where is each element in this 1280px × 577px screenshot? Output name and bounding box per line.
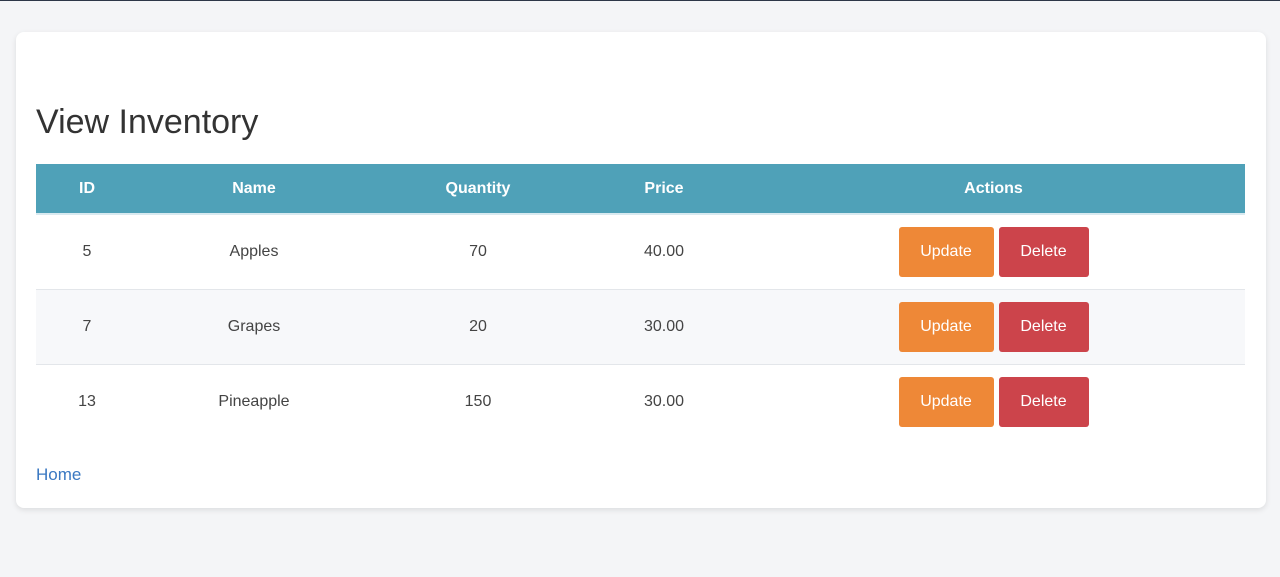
cell-actions: Update Delete <box>742 364 1245 439</box>
top-border <box>0 0 1280 1</box>
cell-actions: Update Delete <box>742 289 1245 364</box>
table-row: 7 Grapes 20 30.00 Update Delete <box>36 289 1245 364</box>
header-quantity: Quantity <box>370 164 586 215</box>
delete-button[interactable]: Delete <box>998 301 1089 352</box>
header-actions: Actions <box>742 164 1245 215</box>
cell-price: 30.00 <box>643 392 685 410</box>
header-id: ID <box>36 164 138 215</box>
cell-quantity: 20 <box>469 317 487 335</box>
table-row: 5 Apples 70 40.00 Update Delete <box>36 214 1245 289</box>
update-button[interactable]: Update <box>898 376 994 427</box>
delete-button[interactable]: Delete <box>998 376 1089 427</box>
inventory-card: View Inventory ID Name Quantity Price Ac… <box>16 32 1266 508</box>
cell-name: Grapes <box>227 317 281 335</box>
cell-id: 7 <box>82 317 92 335</box>
cell-id: 5 <box>82 242 92 260</box>
page-title: View Inventory <box>36 103 259 141</box>
delete-button[interactable]: Delete <box>998 226 1089 277</box>
cell-quantity: 150 <box>464 392 492 410</box>
cell-name: Pineapple <box>218 392 290 410</box>
cell-name: Apples <box>229 242 279 260</box>
table-row: 13 Pineapple 150 30.00 Update Delete <box>36 364 1245 439</box>
inventory-table: ID Name Quantity Price Actions 5 Apples … <box>36 164 1245 439</box>
update-button[interactable]: Update <box>898 301 994 352</box>
home-link[interactable]: Home <box>36 465 81 485</box>
table-header-row: ID Name Quantity Price Actions <box>36 164 1245 215</box>
header-price: Price <box>586 164 742 215</box>
header-name: Name <box>138 164 370 215</box>
cell-price: 40.00 <box>643 242 685 260</box>
cell-actions: Update Delete <box>742 214 1245 289</box>
update-button[interactable]: Update <box>898 226 994 277</box>
cell-id: 13 <box>78 392 96 410</box>
cell-price: 30.00 <box>643 317 685 335</box>
cell-quantity: 70 <box>469 242 487 260</box>
